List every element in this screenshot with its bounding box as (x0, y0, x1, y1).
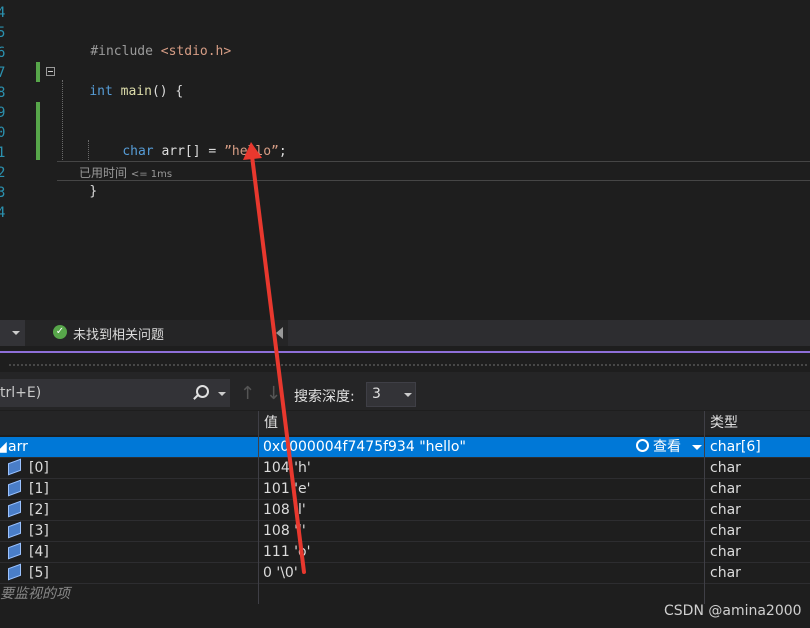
arrow-down-icon[interactable]: ↓ (266, 383, 281, 404)
panel-divider (0, 351, 810, 353)
variable-icon (8, 563, 21, 581)
column-divider[interactable] (704, 411, 705, 604)
search-depth-label: 搜索深度: (294, 389, 355, 405)
row-name: [4] (29, 544, 49, 560)
watch-row-arr[interactable]: ◢ arr 0x0000004f7475f934 "hello" 查看 char… (0, 437, 810, 458)
row-type: char (710, 460, 741, 476)
watermark: CSDN @amina2000 (664, 603, 802, 619)
column-divider[interactable] (258, 411, 259, 604)
code-editor[interactable]: 4 5 6 7 8 9 0 1 2 3 4 #include <stdio.h>… (0, 0, 810, 320)
row-value: 104 'h' (263, 460, 311, 476)
header-type[interactable]: 类型 (705, 411, 810, 435)
search-depth-select[interactable]: 3 (366, 382, 416, 407)
view-button[interactable]: 查看 (636, 437, 681, 457)
variable-icon (8, 542, 21, 560)
row-type: char (710, 523, 741, 539)
issues-dropdown-button[interactable] (0, 320, 25, 346)
search-icon[interactable] (196, 385, 209, 398)
header-value[interactable]: 值 (259, 411, 704, 435)
add-watch-hint: 要监视的项 (0, 586, 70, 602)
row-value: 108 'l' (263, 502, 306, 518)
row-name: [2] (29, 502, 49, 518)
panel-grip[interactable] (8, 363, 808, 367)
watch-row[interactable]: [0] 104 'h' char (0, 458, 810, 479)
row-type: char (710, 481, 741, 497)
issues-bar-right (288, 320, 810, 346)
line-number: 4 (0, 205, 6, 221)
line-number: 5 (0, 25, 6, 41)
line-number: 1 (0, 145, 6, 161)
line-number: 6 (0, 45, 6, 61)
scroll-left-icon[interactable] (276, 327, 283, 339)
watch-row[interactable]: [3] 108 'l' char (0, 521, 810, 542)
watch-row[interactable]: [2] 108 'l' char (0, 500, 810, 521)
row-value: 101 'e' (263, 481, 311, 497)
watch-row[interactable]: [4] 111 'o' char (0, 542, 810, 563)
change-marker (36, 62, 40, 82)
line-number: 9 (0, 105, 6, 121)
row-type: char (710, 502, 741, 518)
variable-icon (8, 458, 21, 476)
watch-row[interactable]: [5] 0 '\0' char (0, 563, 810, 584)
check-circle-icon: ✓ (53, 325, 67, 339)
expand-collapse-icon[interactable]: ◢ (0, 437, 7, 457)
row-value: 108 'l' (263, 523, 306, 539)
view-dropdown-icon[interactable] (692, 445, 702, 450)
search-icon (636, 439, 649, 452)
variable-icon (8, 521, 21, 539)
line-number: 2 (0, 165, 6, 181)
line-number: 0 (0, 125, 6, 141)
row-type: char[6] (710, 439, 761, 455)
row-type: char (710, 544, 741, 560)
line-number: 3 (0, 185, 6, 201)
watch-row[interactable]: [1] 101 'e' char (0, 479, 810, 500)
collapse-icon[interactable] (46, 67, 55, 76)
line-number: 4 (0, 5, 6, 21)
row-value: 0 '\0' (263, 565, 298, 581)
line-number: 8 (0, 85, 6, 101)
row-name: arr (8, 439, 28, 455)
issues-status-text: 未找到相关问题 (73, 328, 165, 343)
change-marker (36, 102, 40, 160)
row-value: 111 'o' (263, 544, 311, 560)
row-name: [3] (29, 523, 49, 539)
search-options-dropdown-icon[interactable] (218, 392, 226, 396)
variable-icon (8, 479, 21, 497)
add-watch-row[interactable]: 要监视的项 (0, 584, 810, 605)
row-type: char (710, 565, 741, 581)
header-name[interactable] (0, 411, 258, 435)
row-value: 0x0000004f7475f934 "hello" (263, 439, 466, 455)
search-placeholder: trl+E) (0, 385, 42, 401)
row-name: [0] (29, 460, 49, 476)
code-line-main: int main() { (89, 84, 184, 99)
row-name: [1] (29, 481, 49, 497)
row-name: [5] (29, 565, 49, 581)
search-depth-value: 3 (372, 386, 381, 402)
indent-guide (88, 140, 89, 162)
arrow-up-icon[interactable]: ↑ (240, 383, 255, 404)
variable-icon (8, 500, 21, 518)
elapsed-time-hint: 已用时间 <= 1ms (79, 166, 173, 180)
line-number: 7 (0, 65, 6, 81)
